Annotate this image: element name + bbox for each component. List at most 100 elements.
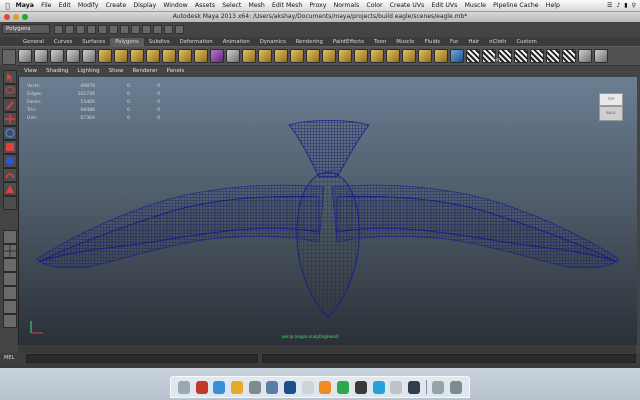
tab-surfaces[interactable]: Surfaces [77, 38, 110, 46]
open-scene-icon[interactable] [65, 24, 74, 34]
menu-create[interactable]: Create [102, 2, 130, 9]
close-icon[interactable] [4, 14, 10, 20]
extract-icon[interactable] [370, 49, 384, 63]
photoshop-icon[interactable] [284, 380, 297, 394]
command-input[interactable] [26, 353, 258, 363]
automatic-map-icon[interactable] [530, 49, 544, 63]
menu-color[interactable]: Color [363, 2, 386, 9]
smooth-icon[interactable] [130, 49, 144, 63]
poly-cylinder-icon[interactable] [50, 49, 64, 63]
scale-tool-icon[interactable] [3, 140, 17, 154]
tab-muscle[interactable]: Muscle [391, 38, 419, 46]
facetime-icon[interactable] [337, 380, 350, 394]
mirror-icon[interactable] [146, 49, 160, 63]
bridge-icon[interactable] [194, 49, 208, 63]
soft-mod-tool-icon[interactable] [3, 168, 17, 182]
new-scene-icon[interactable] [54, 24, 63, 34]
separate-icon[interactable] [114, 49, 128, 63]
split-polygon-icon[interactable] [226, 49, 240, 63]
menu-display[interactable]: Display [130, 2, 160, 9]
merge-icon[interactable] [274, 49, 288, 63]
cylindrical-map-icon[interactable] [498, 49, 512, 63]
select-object-icon[interactable] [98, 24, 107, 34]
select-tool-icon[interactable] [3, 70, 17, 84]
skype-icon[interactable] [372, 380, 385, 394]
render-settings-icon[interactable] [175, 24, 184, 34]
bevel-icon[interactable] [162, 49, 176, 63]
collapse-icon[interactable] [290, 49, 304, 63]
preview-icon[interactable] [301, 380, 314, 394]
checker-uv-icon[interactable] [466, 49, 480, 63]
append-polygon-icon[interactable] [210, 49, 224, 63]
menu-muscle[interactable]: Muscle [461, 2, 490, 9]
menu-select[interactable]: Select [219, 2, 245, 9]
unfold-uv-icon[interactable] [546, 49, 560, 63]
poly-cone-icon[interactable] [66, 49, 80, 63]
quadrangulate-icon[interactable] [402, 49, 416, 63]
tab-fur[interactable]: Fur [445, 38, 463, 46]
shelf-menu-button[interactable] [2, 49, 16, 65]
universal-manipulator-icon[interactable] [3, 154, 17, 168]
window-titlebar[interactable]: Autodesk Maya 2013 x64: /Users/akshay/Do… [0, 12, 640, 22]
minimize-icon[interactable] [13, 14, 19, 20]
duplicate-face-icon[interactable] [354, 49, 368, 63]
menu-maya[interactable]: Maya [12, 2, 38, 9]
select-component-icon[interactable] [109, 24, 118, 34]
layout-uv-icon[interactable] [562, 49, 576, 63]
tab-curves[interactable]: Curves [49, 38, 77, 46]
move-tool-icon[interactable] [3, 112, 17, 126]
system-preferences-icon[interactable] [248, 380, 261, 394]
eagle-wireframe-model[interactable] [19, 77, 637, 345]
tab-subdivs[interactable]: Subdivs [144, 38, 175, 46]
menu-edit-uvs[interactable]: Edit UVs [428, 2, 461, 9]
timeline[interactable] [18, 345, 636, 353]
tab-general[interactable]: General [18, 38, 49, 46]
single-perspective-layout-icon[interactable] [3, 230, 17, 244]
hypershade-layout-icon[interactable] [3, 286, 17, 300]
app-store-icon[interactable] [266, 380, 279, 394]
snap-curve-icon[interactable] [131, 24, 140, 34]
tab-hair[interactable]: Hair [463, 38, 484, 46]
mel-label[interactable]: MEL [0, 355, 26, 361]
tab-painteffects[interactable]: PaintEffects [328, 38, 369, 46]
zoom-icon[interactable] [22, 14, 28, 20]
battery-icon[interactable]: ▮ [624, 2, 627, 9]
tab-dynamics[interactable]: Dynamics [255, 38, 291, 46]
terminal-icon[interactable] [354, 380, 367, 394]
tab-animation[interactable]: Animation [218, 38, 255, 46]
paint-select-tool-icon[interactable] [3, 98, 17, 112]
reduce-icon[interactable] [418, 49, 432, 63]
select-hierarchy-icon[interactable] [87, 24, 96, 34]
cleanup-icon[interactable] [434, 49, 448, 63]
launchpad-icon[interactable] [195, 380, 208, 394]
menu-pipeline-cache[interactable]: Pipeline Cache [490, 2, 543, 9]
tab-custom[interactable]: Custom [511, 38, 541, 46]
panel-menu-lighting[interactable]: Lighting [77, 68, 99, 74]
poly-sphere-icon[interactable] [18, 49, 32, 63]
fill-hole-icon[interactable] [306, 49, 320, 63]
panel-menu-shading[interactable]: Shading [46, 68, 68, 74]
harden-edge-icon[interactable] [594, 49, 608, 63]
menu-modify[interactable]: Modify [74, 2, 102, 9]
menu-mesh[interactable]: Mesh [245, 2, 268, 9]
combine-icon[interactable] [98, 49, 112, 63]
extrude-icon[interactable] [178, 49, 192, 63]
menu-assets[interactable]: Assets [191, 2, 218, 9]
save-scene-icon[interactable] [76, 24, 85, 34]
tab-fluids[interactable]: Fluids [420, 38, 445, 46]
menu-file[interactable]: File [38, 2, 56, 9]
snap-grid-icon[interactable] [120, 24, 129, 34]
lasso-tool-icon[interactable] [3, 84, 17, 98]
wedge-icon[interactable] [322, 49, 336, 63]
snap-point-icon[interactable] [142, 24, 151, 34]
menu-edit-mesh[interactable]: Edit Mesh [268, 2, 305, 9]
insert-edge-loop-icon[interactable] [242, 49, 256, 63]
set-label[interactable]: Set [493, 58, 500, 63]
maya-dock-icon[interactable] [407, 380, 420, 394]
persp-outliner-layout-icon[interactable] [3, 258, 17, 272]
tab-polygons[interactable]: Polygons [110, 38, 144, 46]
uv-editor-icon[interactable] [450, 49, 464, 63]
perspective-viewport[interactable]: Verts: 49878 0 0 Edges: 102746 0 0 Faces… [18, 77, 637, 345]
soften-edge-icon[interactable] [578, 49, 592, 63]
menu-proxy[interactable]: Proxy [306, 2, 330, 9]
